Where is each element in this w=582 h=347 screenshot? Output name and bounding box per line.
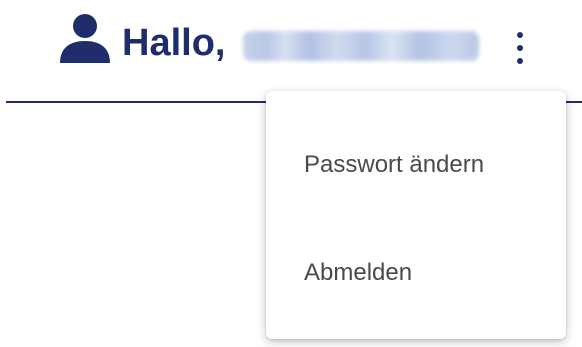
username-redacted [243,31,479,61]
user-icon [60,14,110,63]
menu-item-logout[interactable]: Abmelden [266,241,566,305]
user-dropdown-menu: Passwort ändern Abmelden [266,91,566,339]
kebab-dot [517,58,523,64]
menu-item-change-password[interactable]: Passwort ändern [266,133,566,197]
page: Hallo, Passwort ändern Abmelden [0,0,582,347]
greeting-text: Hallo, [122,22,226,64]
header: Hallo, [0,0,582,103]
kebab-dot [517,45,523,51]
kebab-dot [517,32,523,38]
more-vert-icon[interactable] [505,26,535,70]
